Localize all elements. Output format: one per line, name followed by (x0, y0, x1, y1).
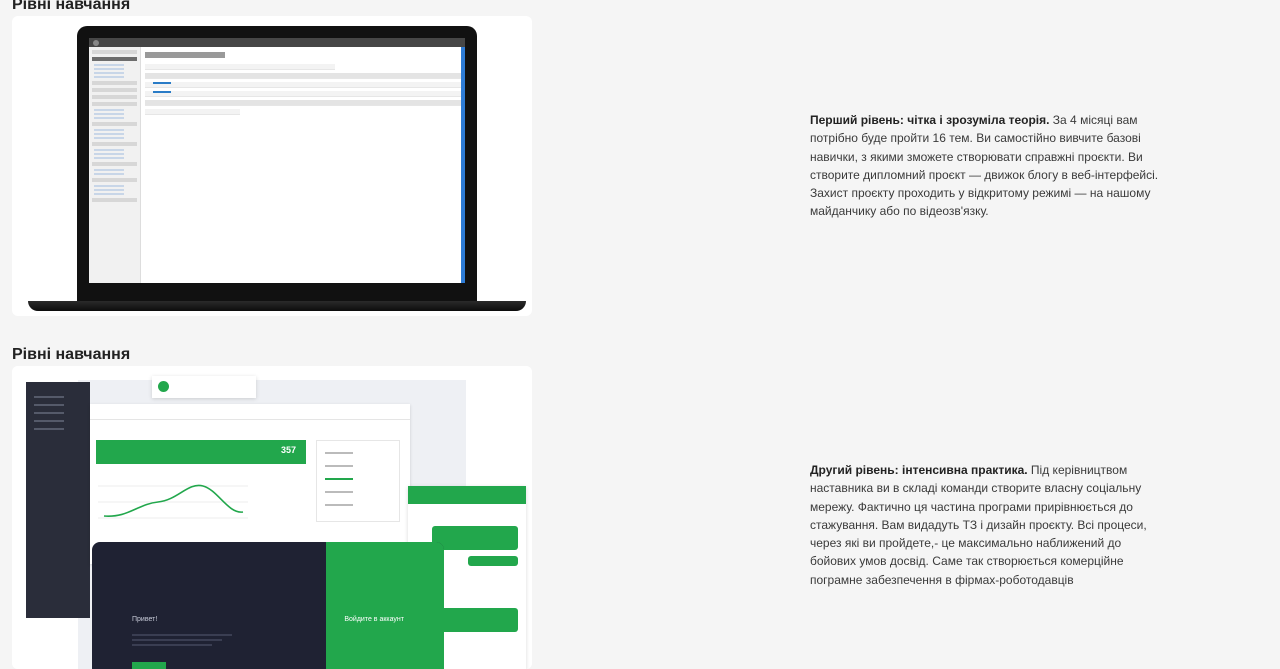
level-one-image (12, 16, 532, 316)
wordpress-screenshot (89, 38, 465, 283)
tablet-login-title: Войдите в аккаунт (344, 616, 404, 623)
chat-message (468, 556, 518, 566)
level-one-heading: Перший рівень: чітка і зрозуміла теорія. (810, 113, 1050, 127)
wp-sidebar (89, 47, 141, 283)
tablet-greeting: Привет! (132, 616, 158, 623)
chat-message (432, 608, 518, 632)
level-two-image: 357 Привет! Войдите в аккаунт (12, 366, 532, 669)
section-title: Рівні навчання (12, 0, 131, 13)
activity-chart (98, 484, 248, 519)
app-sidebar (26, 382, 90, 618)
level-two-description: Другий рівень: інтенсивна практика. Під … (810, 461, 1170, 589)
users-stat-bar: 357 (96, 440, 306, 464)
wordpress-icon (93, 39, 99, 46)
wp-scrollbar (461, 47, 465, 283)
level-two-heading: Другий рівень: інтенсивна практика. (810, 463, 1028, 477)
avatar (158, 381, 169, 392)
dropdown-menu (316, 440, 400, 522)
chat-message (432, 526, 518, 550)
users-count: 357 (280, 445, 296, 455)
notification-popup (152, 376, 256, 398)
wp-admin-bar (89, 38, 465, 47)
level-one-text: За 4 місяці вам потрібно буде пройти 16 … (810, 113, 1159, 219)
section-title: Рівні навчання (12, 346, 131, 363)
chat-header (408, 486, 526, 504)
laptop-mockup (77, 26, 477, 301)
tablet-mockup: Привет! Войдите в аккаунт (92, 542, 444, 669)
level-one-description: Перший рівень: чітка і зрозуміла теорія.… (810, 111, 1170, 221)
dashboard-header (90, 404, 410, 420)
wp-posts-table (145, 52, 461, 118)
tablet-button (132, 662, 166, 669)
laptop-base (28, 301, 526, 311)
level-two-text: Під керівництвом наставника ви в складі … (810, 463, 1147, 587)
